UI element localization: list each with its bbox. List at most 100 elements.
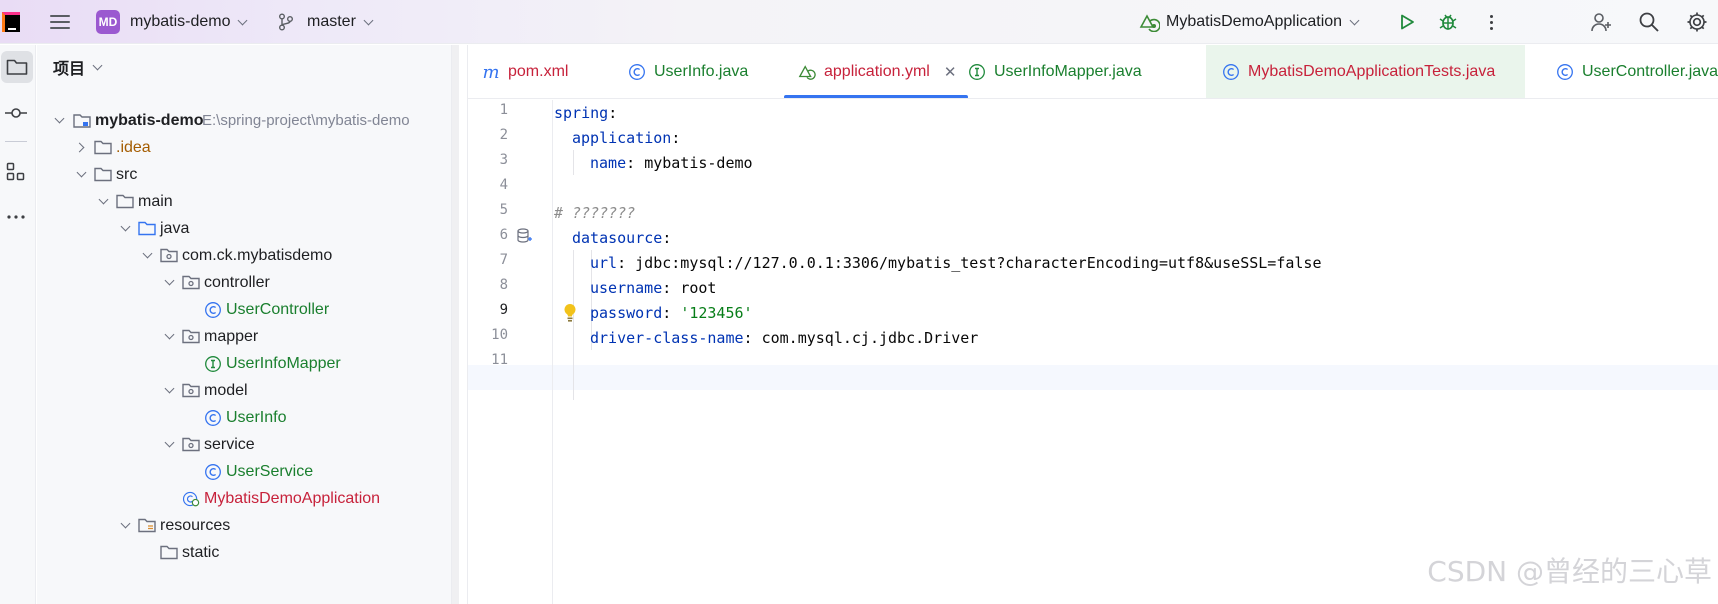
- resources-folder-icon: [138, 517, 156, 535]
- search-icon[interactable]: [1638, 0, 1662, 44]
- tree-row-resources[interactable]: resources: [37, 512, 457, 539]
- close-icon[interactable]: ✕: [944, 63, 957, 81]
- expand-arrow-icon[interactable]: [161, 383, 177, 399]
- code-line-10: driver-class-name: com.mysql.cj.jdbc.Dri…: [590, 328, 979, 347]
- yaml-key: url: [590, 253, 618, 272]
- yaml-value: root: [680, 278, 717, 297]
- class-icon: [1222, 63, 1240, 81]
- tab-application-yml[interactable]: application.yml ✕: [784, 45, 969, 98]
- tab-label: application.yml: [824, 63, 930, 80]
- class-icon: [204, 409, 222, 427]
- yaml-value: com.mysql.cj.jdbc.Driver: [761, 328, 979, 347]
- editor-tab-bar: m pom.xml UserInfo.java application.yml …: [468, 45, 1718, 99]
- yaml-key: password: [590, 303, 663, 322]
- class-icon: [204, 301, 222, 319]
- tab-mybatisdemoapplicationtests-java[interactable]: MybatisDemoApplicationTests.java: [1206, 45, 1526, 98]
- debug-icon[interactable]: [1438, 0, 1460, 44]
- current-line-highlight: [468, 365, 1718, 390]
- structure-icon[interactable]: [0, 156, 32, 188]
- tree-row-mybatisdemoapplication[interactable]: MybatisDemoApplication: [37, 485, 457, 512]
- project-view-selector[interactable]: 项目: [53, 45, 103, 89]
- project-tool-folder-icon[interactable]: [1, 51, 33, 83]
- expand-arrow-icon[interactable]: [161, 275, 177, 291]
- folder-icon: [94, 166, 112, 184]
- tree-row-root[interactable]: mybatis-demo E:\spring-project\mybatis-d…: [37, 107, 457, 134]
- tree-item-label: UserService: [226, 462, 314, 480]
- tree-row-src[interactable]: src: [37, 161, 457, 188]
- expand-arrow-icon[interactable]: [139, 248, 155, 264]
- database-icon[interactable]: [515, 227, 533, 249]
- intellij-logo-icon[interactable]: [0, 0, 22, 44]
- title-bar: MD mybatis-demo master MybatisDemoApplic…: [0, 0, 1718, 44]
- code-line-9: password: '123456': [590, 303, 753, 322]
- code-line-3: name: mybatis-demo: [590, 153, 753, 172]
- main-menu-icon[interactable]: [48, 0, 72, 44]
- tree-item-label: UserInfoMapper: [226, 354, 341, 372]
- expand-arrow-icon[interactable]: [161, 329, 177, 345]
- code-line-8: username: root: [590, 278, 717, 297]
- project-badge[interactable]: MD: [96, 10, 120, 34]
- tree-row-userinfo[interactable]: UserInfo: [37, 404, 457, 431]
- gutter-divider: [552, 100, 553, 604]
- tree-row-package[interactable]: com.ck.mybatisdemo: [37, 242, 457, 269]
- line-number: 2: [499, 127, 508, 143]
- tree-row-main[interactable]: main: [37, 188, 457, 215]
- tab-pom-xml[interactable]: m pom.xml: [482, 45, 569, 98]
- root-module-path: E:\spring-project\mybatis-demo: [202, 112, 410, 129]
- tab-label: pom.xml: [508, 63, 569, 80]
- tree-item-label: model: [204, 381, 248, 399]
- more-actions-icon[interactable]: [1486, 0, 1496, 44]
- tree-row-model[interactable]: model: [37, 377, 457, 404]
- editor-area: m pom.xml UserInfo.java application.yml …: [467, 45, 1718, 604]
- tree-row-static[interactable]: static: [37, 539, 457, 566]
- expand-arrow-icon[interactable]: [51, 113, 67, 129]
- branch-name: master: [307, 13, 356, 30]
- tab-userinfomapper-java[interactable]: UserInfoMapper.java: [968, 45, 1142, 98]
- tree-row-idea[interactable]: .idea: [37, 134, 457, 161]
- expand-arrow-icon[interactable]: [117, 221, 133, 237]
- tree-row-mapper[interactable]: mapper: [37, 323, 457, 350]
- expand-arrow-icon[interactable]: [161, 437, 177, 453]
- yaml-value: mybatis-demo: [644, 153, 753, 172]
- collapse-arrow-icon[interactable]: [73, 140, 89, 156]
- module-folder-icon: [73, 112, 91, 130]
- run-configuration-selector[interactable]: MybatisDemoApplication: [1166, 0, 1360, 44]
- commit-icon[interactable]: [0, 97, 32, 129]
- tree-row-java[interactable]: java: [37, 215, 457, 242]
- chevron-down-icon: [1349, 15, 1360, 25]
- project-switcher[interactable]: mybatis-demo: [130, 0, 248, 44]
- tree-item-label: com.ck.mybatisdemo: [182, 246, 333, 264]
- gear-icon[interactable]: [1686, 0, 1710, 44]
- branch-switcher[interactable]: master: [307, 0, 374, 44]
- package-icon: [160, 247, 178, 265]
- line-number-gutter[interactable]: 1 2 3 4 5 6 7 8 9 10 11: [468, 100, 552, 604]
- expand-arrow-icon[interactable]: [95, 194, 111, 210]
- line-number: 5: [499, 202, 508, 218]
- yaml-string-value: '123456': [680, 303, 753, 322]
- tree-row-controller[interactable]: controller: [37, 269, 457, 296]
- class-icon: [628, 63, 646, 81]
- chevron-down-icon: [92, 60, 103, 70]
- lightbulb-icon[interactable]: [563, 303, 577, 327]
- tree-item-label: MybatisDemoApplication: [204, 489, 381, 507]
- chevron-down-icon: [238, 15, 248, 25]
- tree-item-label: UserInfo: [226, 408, 287, 426]
- line-number: 6: [499, 227, 508, 243]
- line-number: 10: [491, 327, 508, 343]
- package-icon: [182, 328, 200, 346]
- expand-arrow-icon[interactable]: [117, 518, 133, 534]
- tree-row-userservice[interactable]: UserService: [37, 458, 457, 485]
- project-panel-title: 项目: [53, 61, 86, 78]
- add-user-icon[interactable]: [1590, 0, 1614, 44]
- tree-row-service[interactable]: service: [37, 431, 457, 458]
- more-tool-windows-icon[interactable]: [0, 201, 32, 233]
- expand-arrow-icon[interactable]: [73, 167, 89, 183]
- tree-row-usercontroller[interactable]: UserController: [37, 296, 457, 323]
- spring-boot-class-icon: [182, 490, 200, 508]
- spring-boot-icon: [1138, 0, 1160, 44]
- run-icon[interactable]: [1398, 0, 1418, 44]
- tab-usercontroller-java[interactable]: UserController.java: [1556, 45, 1718, 98]
- tree-row-userinfomapper[interactable]: UserInfoMapper: [37, 350, 457, 377]
- project-panel-scrollbar[interactable]: [451, 45, 459, 604]
- tab-userinfo-java[interactable]: UserInfo.java: [628, 45, 748, 98]
